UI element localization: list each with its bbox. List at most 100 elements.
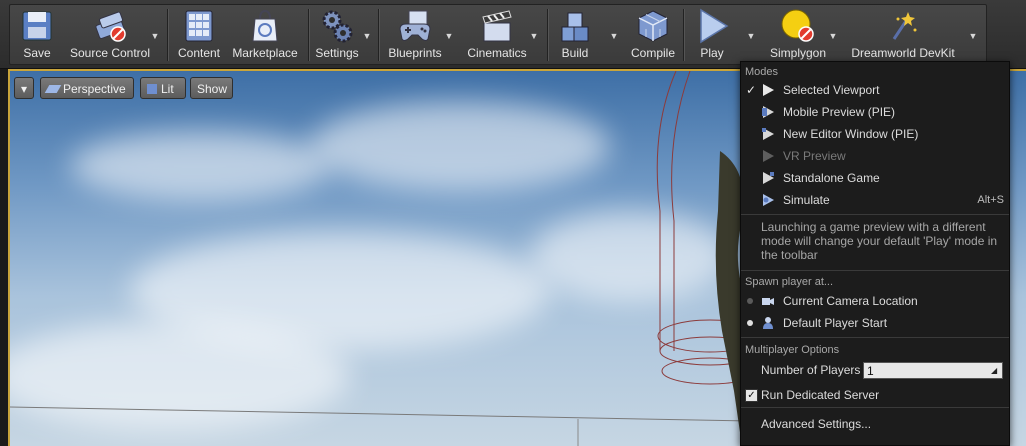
standalone-game-icon	[763, 172, 774, 184]
simplygon-icon	[781, 9, 814, 42]
menu-divider	[741, 407, 1009, 408]
advanced-settings-label: Advanced Settings...	[761, 417, 872, 431]
save-button[interactable]: Save	[12, 5, 62, 64]
simplygon-label: Simplygon	[769, 46, 827, 60]
dreamworld-devkit-dropdown-arrow[interactable]: ▼	[968, 31, 978, 41]
radio-button-selected	[747, 320, 753, 326]
settings-gears-icon	[322, 10, 353, 43]
build-dropdown-arrow[interactable]: ▼	[609, 31, 619, 41]
menu-item-label: VR Preview	[783, 149, 846, 163]
player-start-icon	[763, 317, 773, 329]
play-mode-description: Launching a game preview with a differen…	[761, 220, 998, 262]
menu-item-mobile-preview[interactable]: Mobile Preview (PIE)	[741, 101, 1009, 123]
source-control-button[interactable]: Source Control	[66, 5, 154, 64]
toolbar-separator	[308, 9, 310, 61]
play-dropdown-arrow[interactable]: ▼	[746, 31, 756, 41]
floppy-disk-icon	[22, 11, 52, 41]
menu-item-vr-preview: VR Preview	[741, 145, 1009, 167]
blueprints-gamepad-icon	[399, 10, 431, 41]
simplygon-dropdown-arrow[interactable]: ▼	[828, 31, 838, 41]
compile-cube-icon	[638, 10, 668, 42]
simulate-icon	[763, 194, 774, 206]
multiplayer-header: Multiplayer Options	[745, 344, 840, 356]
show-button[interactable]: Show	[190, 77, 233, 99]
marketplace-button[interactable]: Marketplace	[229, 5, 301, 64]
cinematics-label: Cinematics	[467, 46, 527, 60]
toolbar-separator	[378, 9, 380, 61]
show-label: Show	[197, 82, 228, 96]
menu-item-selected-viewport[interactable]: ✓ Selected Viewport	[741, 79, 1009, 101]
run-dedicated-server-checkbox[interactable]: ✓ Run Dedicated Server	[741, 384, 1009, 406]
build-button[interactable]: Build	[553, 5, 597, 64]
play-options-menu: Modes ✓ Selected Viewport Mobile Preview…	[740, 61, 1010, 446]
source-control-icon	[95, 11, 126, 42]
radio-button	[747, 298, 753, 304]
spinner-arrows-icon[interactable]: ◢	[991, 365, 1000, 376]
run-dedicated-server-label: Run Dedicated Server	[761, 388, 880, 402]
menu-divider	[741, 214, 1009, 215]
content-label: Content	[177, 46, 221, 60]
cinematics-button[interactable]: Cinematics	[463, 5, 531, 64]
blueprints-button[interactable]: Blueprints	[384, 5, 446, 64]
main-toolbar: Save Source Control ▼ Content Marketplac…	[0, 0, 1026, 69]
blueprints-dropdown-arrow[interactable]: ▼	[444, 31, 454, 41]
checkmark-icon: ✓	[746, 83, 757, 97]
toolbar-separator	[547, 9, 549, 61]
vr-headset-icon	[763, 150, 774, 162]
build-blocks-icon	[561, 12, 589, 42]
menu-item-default-player-start[interactable]: Default Player Start	[741, 312, 1009, 334]
menu-item-label: Current Camera Location	[783, 294, 918, 308]
spawn-header: Spawn player at...	[745, 276, 834, 288]
compile-button[interactable]: Compile	[627, 5, 679, 64]
simulate-shortcut: Alt+S	[977, 194, 1004, 206]
menu-item-label: Mobile Preview (PIE)	[783, 105, 896, 119]
settings-label: Settings	[315, 46, 359, 60]
settings-button[interactable]: Settings	[312, 5, 362, 64]
number-of-players-input[interactable]: 1 ◢	[863, 362, 1003, 379]
menu-item-label: Simulate	[783, 193, 830, 207]
camera-icon	[762, 298, 774, 305]
new-window-icon	[762, 128, 774, 140]
lit-cube-icon	[147, 84, 157, 94]
menu-divider	[741, 337, 1009, 338]
compile-label: Compile	[630, 46, 675, 60]
menu-item-label: Selected Viewport	[783, 83, 880, 97]
play-button[interactable]: Play	[688, 5, 736, 64]
magic-wand-icon	[892, 12, 917, 40]
chevron-down-icon: ▾	[20, 82, 28, 96]
toolbar-separator	[167, 9, 169, 61]
menu-item-simulate[interactable]: Simulate Alt+S	[741, 189, 1009, 211]
source-control-label: Source Control	[69, 46, 151, 60]
mobile-preview-icon	[762, 106, 774, 118]
build-label: Build	[561, 46, 589, 60]
content-button[interactable]: Content	[173, 5, 225, 64]
marketplace-label: Marketplace	[232, 46, 298, 60]
viewport-options-dropdown[interactable]: ▾	[14, 77, 34, 99]
menu-item-label: New Editor Window (PIE)	[783, 127, 919, 141]
number-of-players-label: Number of Players	[761, 363, 861, 377]
lit-label: Lit	[161, 82, 174, 96]
perspective-label: Perspective	[63, 82, 126, 96]
dreamworld-devkit-label: Dreamworld DevKit	[851, 46, 955, 60]
menu-item-label: Standalone Game	[783, 171, 880, 185]
perspective-button[interactable]: Perspective	[40, 77, 134, 99]
perspective-icon	[44, 85, 62, 93]
source-control-dropdown-arrow[interactable]: ▼	[150, 31, 160, 41]
menu-item-standalone-game[interactable]: Standalone Game	[741, 167, 1009, 189]
number-of-players-value: 1	[867, 364, 874, 378]
play-triangle-icon	[700, 8, 729, 44]
simplygon-button[interactable]: Simplygon	[764, 5, 832, 64]
blueprints-label: Blueprints	[388, 46, 442, 60]
menu-item-new-editor-window[interactable]: New Editor Window (PIE)	[741, 123, 1009, 145]
lit-button[interactable]: Lit	[140, 77, 186, 99]
checkbox-checked-icon: ✓	[745, 389, 758, 402]
save-label: Save	[23, 46, 51, 60]
cinematics-dropdown-arrow[interactable]: ▼	[529, 31, 539, 41]
clapperboard-icon	[482, 10, 512, 42]
modes-header: Modes	[745, 66, 779, 78]
settings-dropdown-arrow[interactable]: ▼	[362, 31, 372, 41]
advanced-settings-item[interactable]: Advanced Settings...	[741, 413, 1009, 435]
menu-item-current-camera-location[interactable]: Current Camera Location	[741, 290, 1009, 312]
play-label: Play	[700, 46, 724, 60]
dreamworld-devkit-button[interactable]: Dreamworld DevKit	[846, 5, 960, 64]
